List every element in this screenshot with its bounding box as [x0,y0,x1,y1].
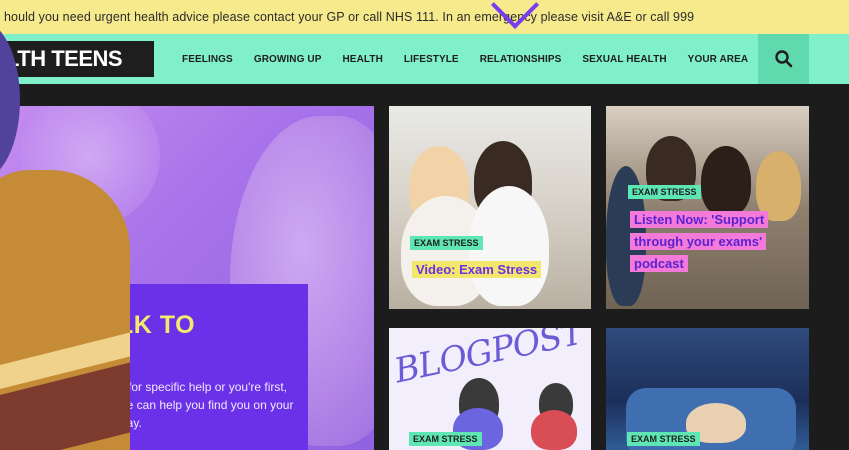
nav-menu: FEELINGS GROWING UP HEALTH LIFESTYLE REL… [182,34,769,84]
article-tile-blogpost[interactable]: BLOGPOST EXAM STRESS [389,328,591,450]
tile-caption: Listen Now: 'Support through your exams'… [630,209,800,275]
search-button[interactable] [758,34,809,84]
banner-text: hould you need urgent health advice plea… [4,10,695,24]
main-navigation: LTH TEENS FEELINGS GROWING UP HEALTH LIF… [0,34,849,84]
photo-person [701,146,751,216]
caption-line: Video: Exam Stress [412,261,542,278]
tile-caption: Video: Exam Stress [412,259,542,281]
caption-line: podcast [630,255,688,272]
nav-item-lifestyle[interactable]: LIFESTYLE [404,54,459,65]
nav-item-relationships[interactable]: RELATIONSHIPS [480,54,562,65]
nav-item-your-area[interactable]: YOUR AREA [688,54,749,65]
nav-item-feelings[interactable]: FEELINGS [182,54,233,65]
caption-line: Listen Now: 'Support [630,211,769,228]
illustration-person [531,410,577,450]
nav-item-health[interactable]: HEALTH [342,54,382,65]
nav-item-growing-up[interactable]: GROWING UP [254,54,322,65]
urgent-advice-banner: hould you need urgent health advice plea… [0,0,849,34]
category-badge: EXAM STRESS [627,432,700,446]
caption-line: through your exams' [630,233,767,250]
article-tile-support-podcast[interactable]: EXAM STRESS Listen Now: 'Support through… [606,106,809,309]
logo-text: LTH TEENS [6,46,123,71]
category-badge: EXAM STRESS [628,185,701,199]
nav-item-sexual-health[interactable]: SEXUAL HEALTH [582,54,666,65]
site-logo[interactable]: LTH TEENS [0,41,154,77]
article-tile-sleep[interactable]: EXAM STRESS [606,328,809,450]
category-badge: EXAM STRESS [410,236,483,250]
page: hould you need urgent health advice plea… [0,0,849,450]
hero-text: g for specific help or you're first, we … [118,380,294,430]
article-tile-video-exam-stress[interactable]: EXAM STRESS Video: Exam Stress [389,106,591,309]
category-badge: EXAM STRESS [409,432,482,446]
search-icon [774,50,792,68]
